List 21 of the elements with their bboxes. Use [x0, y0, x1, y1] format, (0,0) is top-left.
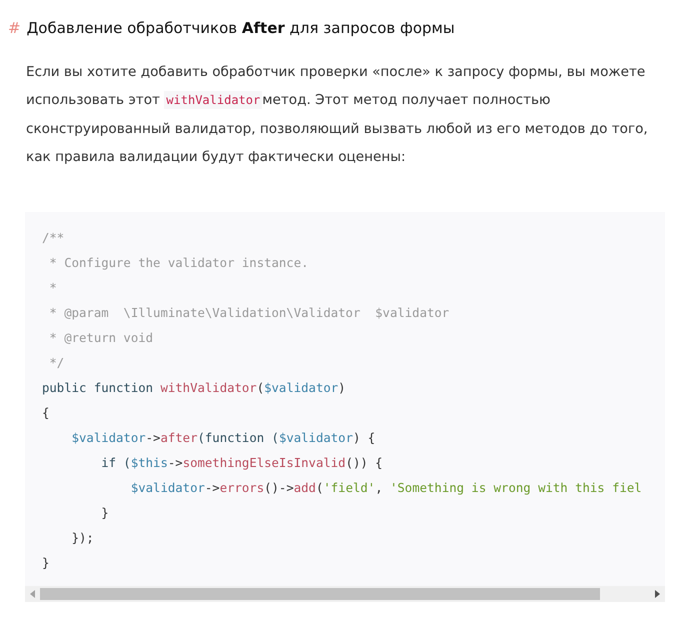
scroll-left-icon[interactable]: [28, 588, 38, 598]
code-line: *: [48, 280, 57, 296]
code-line: if ($this->somethingElseIsInvalid()) {: [100, 454, 383, 472]
code-line: /**: [42, 230, 64, 246]
code-line: }: [100, 504, 109, 522]
code-line: * Configure the validator instance.: [48, 254, 309, 272]
section-heading: Добавление обработчиков After для запросов формы: [26, 19, 455, 37]
anchor-link[interactable]: #: [8, 17, 21, 40]
code-line: });: [70, 530, 94, 546]
code-line: $validator->after(function ($validator) {: [70, 430, 376, 446]
code-line: * @param \Illuminate\Validation\Validator $validator: [48, 304, 450, 322]
code-line: public function withValidator($validator): [42, 380, 346, 396]
code-line: }: [42, 554, 50, 572]
code-line: * @return void: [48, 330, 154, 346]
inline-code: withValidator: [164, 91, 262, 109]
code-line: {: [42, 404, 50, 422]
code-line: */: [48, 354, 64, 372]
scroll-right-icon[interactable]: [652, 588, 662, 598]
scrollbar-thumb[interactable]: [40, 588, 600, 600]
code-line: $validator->errors()->add('field', 'Something is wrong with this fiel: [130, 480, 642, 497]
body-paragraph: Если вы хотите добавить обработчик проверки «после» к запросу формы, вы можете использовать этот withValidator метод. Этот метод получает полностью сконструированный валидатор, позволяющий вызвать любой из его методов до того, как правила валидации будут фактически оценены:: [26, 62, 649, 167]
